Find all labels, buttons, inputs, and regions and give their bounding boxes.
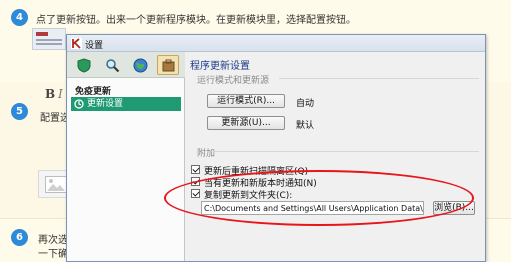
scan-tab[interactable]	[101, 55, 123, 75]
magnifier-icon	[106, 59, 120, 73]
checkbox-box[interactable]	[191, 165, 200, 174]
step-4-thumbnail	[32, 28, 66, 50]
highlight-circle-annotation	[164, 170, 474, 226]
shield-icon	[77, 58, 91, 73]
dialog-title: 设置	[85, 41, 104, 51]
step-number-badge: 6	[11, 229, 28, 246]
group-divider	[211, 151, 479, 152]
protection-tab[interactable]	[73, 55, 95, 75]
page-title: 程序更新设置	[190, 61, 250, 72]
settings-dialog: 设置 免疫更新 更新设置 程序更新设置 运行模式和更新源 运行模式(R)... …	[66, 34, 486, 262]
sidebar-item-update-settings[interactable]: 更新设置	[71, 97, 181, 111]
step-number-badge: 4	[11, 9, 28, 26]
bold-button[interactable]: B	[45, 87, 55, 101]
run-mode-group-label: 运行模式和更新源	[197, 76, 270, 86]
extra-group-label: 附加	[197, 149, 216, 159]
run-mode-button[interactable]: 运行模式(R)...	[207, 94, 285, 108]
image-icon	[45, 176, 67, 193]
sidebar-heading: 免疫更新	[75, 87, 112, 97]
group-divider	[279, 78, 479, 79]
toolbox-icon	[162, 59, 175, 72]
italic-button[interactable]: I	[58, 87, 63, 101]
app-k-icon	[71, 38, 82, 49]
run-mode-value: 自动	[296, 99, 315, 109]
update-source-button[interactable]: 更新源(U)...	[207, 116, 285, 130]
settings-sidebar: 免疫更新 更新设置	[67, 78, 185, 261]
step-number-badge: 5	[11, 103, 28, 120]
sidebar-item-label: 更新设置	[87, 99, 124, 109]
settings-tab[interactable]	[157, 55, 179, 75]
globe-icon	[133, 58, 148, 73]
update-tab[interactable]	[129, 55, 151, 75]
title-bar[interactable]: 设置	[67, 35, 485, 52]
update-source-value: 默认	[296, 121, 315, 131]
settings-content: 程序更新设置 运行模式和更新源 运行模式(R)... 自动 更新源(U)... …	[187, 52, 485, 261]
category-toolbar	[67, 52, 185, 78]
update-icon	[74, 99, 84, 109]
step-4-text: 点了更新按钮。出来一个更新程序模块。在更新模块里，选择配置按钮。	[36, 15, 356, 26]
